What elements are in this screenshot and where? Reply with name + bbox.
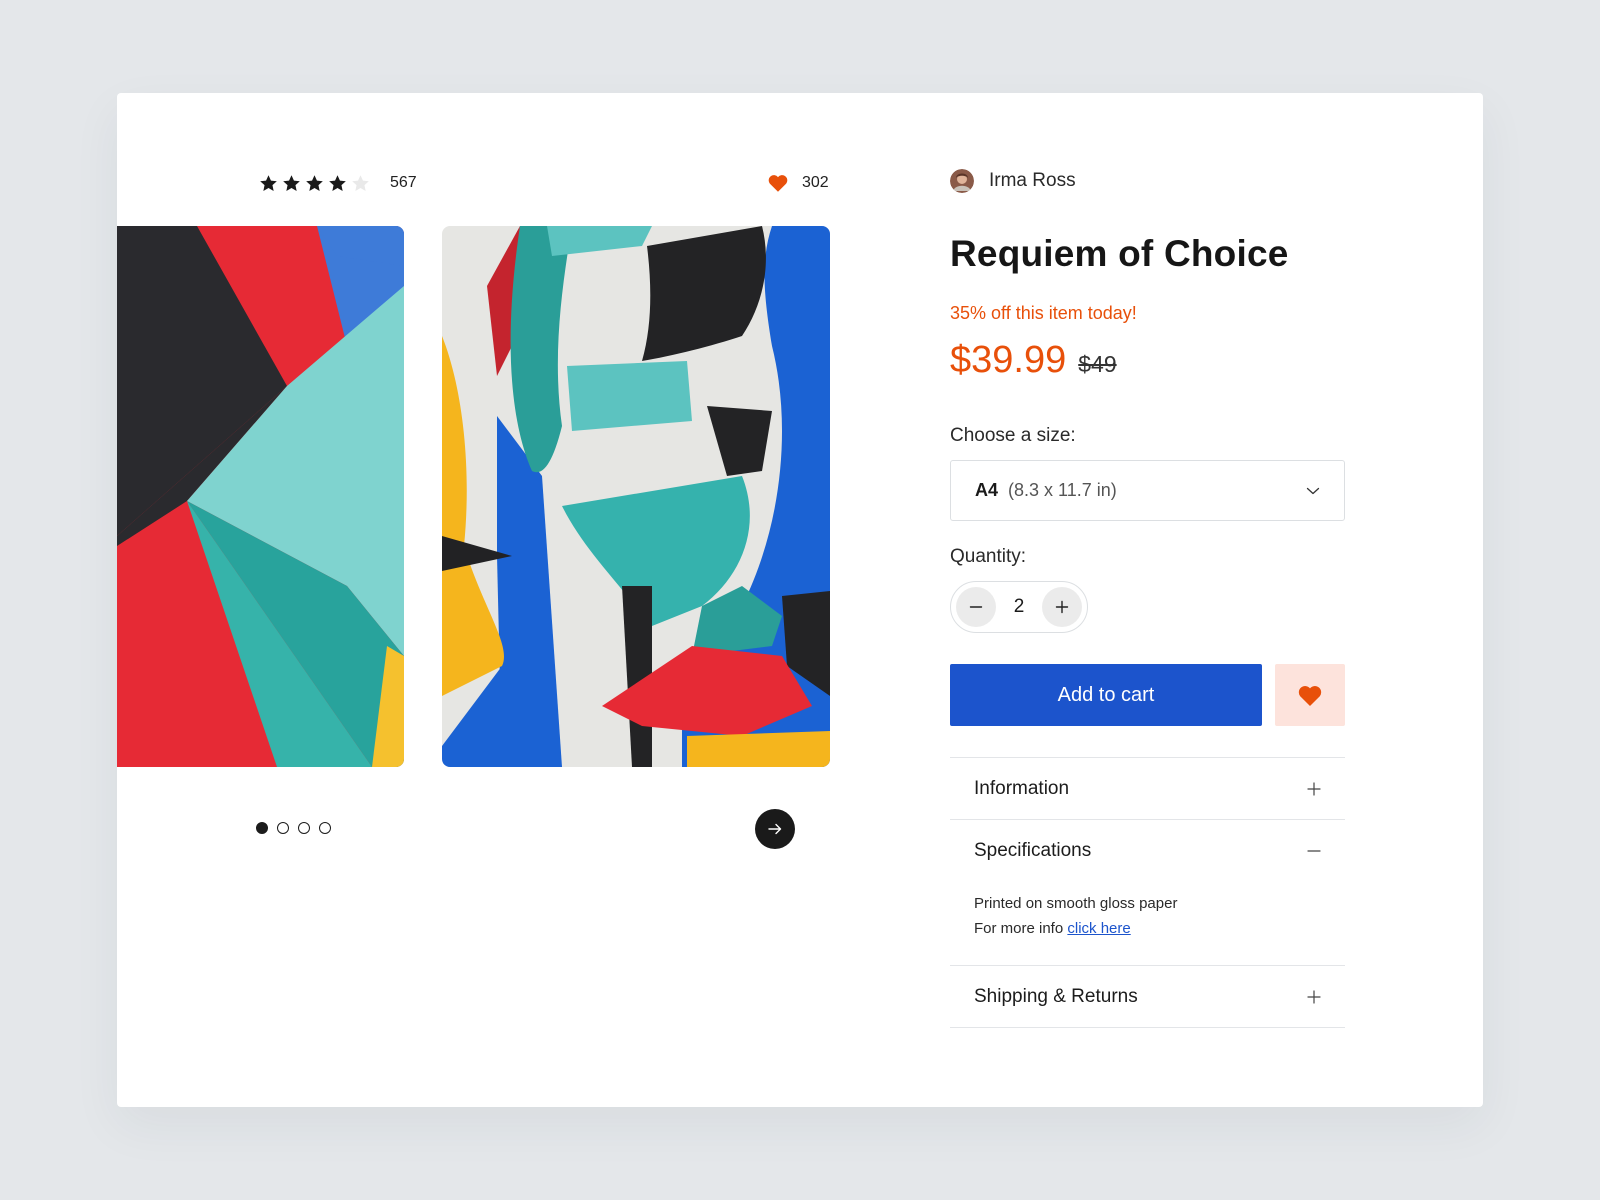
gallery-previous-image[interactable] bbox=[117, 226, 404, 767]
plus-icon bbox=[1055, 600, 1069, 614]
gallery-pagination bbox=[256, 822, 331, 834]
minus-icon bbox=[969, 606, 983, 608]
star-filled-icon bbox=[283, 174, 300, 191]
accordion-specifications-header[interactable]: Specifications bbox=[950, 820, 1345, 881]
more-info-link[interactable]: click here bbox=[1067, 920, 1130, 937]
quantity-increase-button[interactable] bbox=[1041, 587, 1082, 627]
accordion-shipping-header[interactable]: Shipping & Returns bbox=[950, 966, 1345, 1027]
minus-icon bbox=[1307, 849, 1321, 852]
artwork-image bbox=[117, 226, 404, 767]
promo-text: 35% off this item today! bbox=[950, 303, 1137, 323]
avatar bbox=[950, 169, 974, 193]
details-accordion: Information Specifications Printed on sm… bbox=[950, 757, 1345, 1028]
accordion-title: Specifications bbox=[974, 839, 1092, 861]
quantity-stepper: 2 bbox=[950, 581, 1088, 633]
likes[interactable]: 302 bbox=[768, 169, 829, 197]
likes-count: 302 bbox=[802, 174, 829, 191]
artist-name[interactable]: Irma Ross bbox=[989, 170, 1076, 192]
accordion-shipping: Shipping & Returns bbox=[950, 966, 1345, 1028]
artist[interactable]: Irma Ross bbox=[950, 167, 1076, 195]
accordion-specifications: Specifications Printed on smooth gloss p… bbox=[950, 820, 1345, 966]
more-info-prefix: For more info bbox=[974, 920, 1064, 937]
gallery-main-image[interactable] bbox=[442, 226, 830, 767]
star-filled-icon bbox=[306, 174, 323, 191]
product-title: Requiem of Choice bbox=[950, 233, 1289, 274]
rating-count: 567 bbox=[390, 174, 417, 191]
plus-icon bbox=[1307, 781, 1321, 796]
pagination-dot[interactable] bbox=[319, 822, 331, 834]
rating-stars bbox=[259, 174, 370, 193]
spec-text: Printed on smooth gloss paper bbox=[974, 895, 1178, 912]
quantity-value[interactable]: 2 bbox=[1014, 596, 1025, 618]
gallery-next-button[interactable] bbox=[755, 809, 795, 849]
heart-icon bbox=[768, 175, 788, 192]
quantity-label: Quantity: bbox=[950, 546, 1027, 567]
plus-icon bbox=[1307, 989, 1321, 1004]
wishlist-button[interactable] bbox=[1275, 664, 1345, 726]
accordion-information-header[interactable]: Information bbox=[950, 758, 1345, 819]
heart-icon bbox=[1298, 685, 1322, 706]
accordion-title: Information bbox=[974, 777, 1070, 799]
arrow-right-icon bbox=[768, 823, 782, 835]
original-price: $49 bbox=[1078, 351, 1117, 377]
pagination-dot[interactable] bbox=[256, 822, 268, 834]
quantity-decrease-button[interactable] bbox=[956, 587, 996, 627]
chevron-down-icon bbox=[1306, 487, 1320, 494]
specifications-content: Printed on smooth gloss paper For more i… bbox=[950, 881, 1345, 965]
sale-price: $39.99 bbox=[950, 339, 1067, 381]
pagination-dot[interactable] bbox=[277, 822, 289, 834]
star-filled-icon bbox=[260, 174, 277, 191]
accordion-title: Shipping & Returns bbox=[974, 985, 1138, 1007]
size-dimensions: (8.3 x 11.7 in) bbox=[1008, 480, 1117, 500]
add-to-cart-button[interactable]: Add to cart bbox=[950, 664, 1262, 726]
size-label: Choose a size: bbox=[950, 425, 1076, 446]
more-info-line: For more info click here bbox=[974, 916, 1321, 941]
rating[interactable]: 567 bbox=[259, 169, 417, 197]
artwork-image bbox=[442, 226, 830, 767]
star-empty-icon bbox=[352, 174, 369, 191]
product-card: 567 302 Irma Ross Requiem of Choice 35% … bbox=[117, 93, 1483, 1107]
pagination-dot[interactable] bbox=[298, 822, 310, 834]
star-filled-icon bbox=[329, 174, 346, 191]
price-row: $39.99 $49 bbox=[950, 339, 1117, 382]
size-code: A4 bbox=[975, 480, 999, 500]
size-select[interactable]: A4 (8.3 x 11.7 in) bbox=[950, 460, 1345, 521]
accordion-information: Information bbox=[950, 758, 1345, 820]
